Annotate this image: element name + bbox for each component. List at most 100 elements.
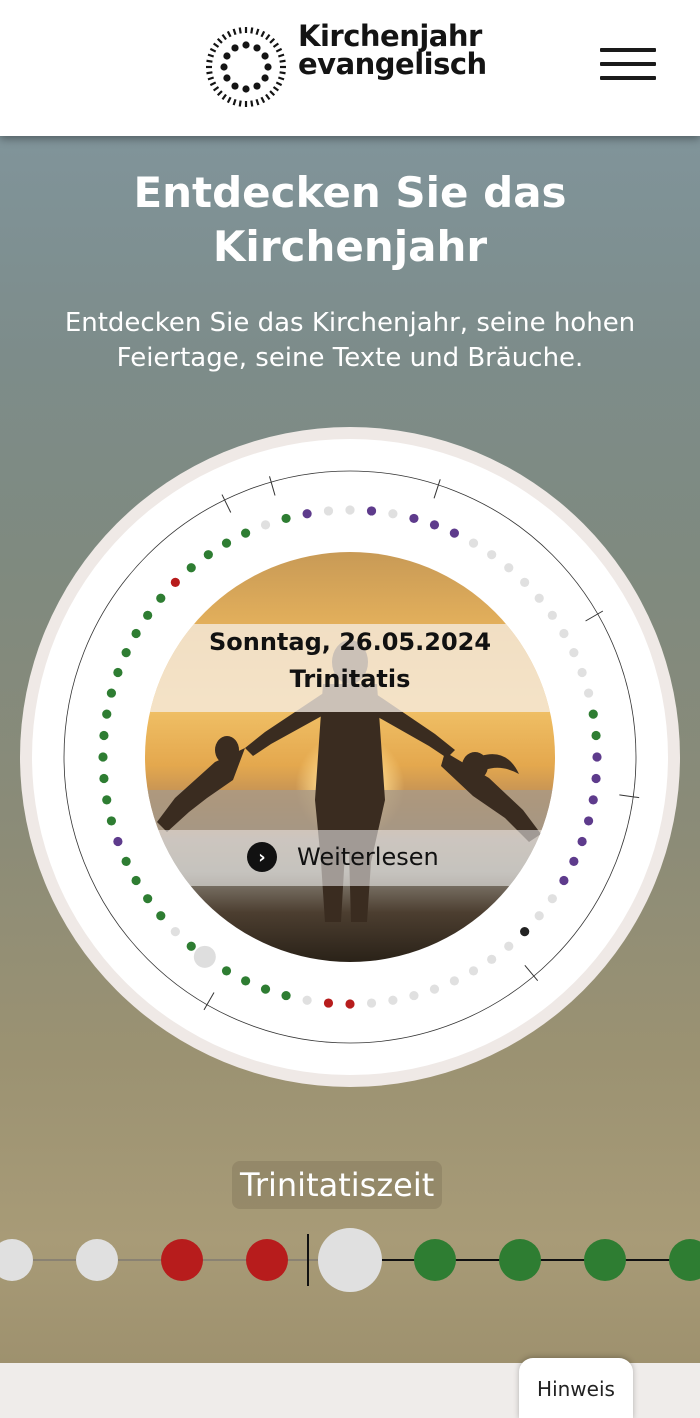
logo-ray [212,86,220,92]
logo-ray [279,59,286,63]
day-dot-green [99,773,109,784]
day-dot-green [281,513,291,524]
logo-ray [209,47,217,53]
logo-dot [220,63,228,71]
logo-ray [250,27,254,34]
feast-day-image[interactable]: Sonntag, 26.05.2024 Trinitatis › Weiterl… [145,552,555,962]
timeline-dot-white [76,1239,118,1281]
hero-section: Entdecken Sie das Kirchenjahr Entdecken … [0,136,700,1363]
day-dot-white [559,628,569,639]
logo-dot [264,63,272,71]
logo-ray [238,27,242,34]
brand-name[interactable]: Kirchenjahr evangelisch [298,22,487,81]
logo-ray [232,98,237,106]
day-dot-purple [409,513,419,524]
logo-ray [269,90,276,97]
dotted-sun-circle-icon[interactable] [205,26,287,108]
day-dot-white [366,998,377,1008]
logo-ray [269,37,276,44]
day-dot-purple [588,795,598,805]
day-dot-green [131,875,141,886]
timeline-dot-green [414,1239,456,1281]
logo-dot [261,52,269,60]
page-subtitle: Entdecken Sie das Kirchenjahr, seine hoh… [64,308,636,373]
logo-ray [212,42,220,48]
day-dot-green [131,628,141,639]
logo-ray [272,42,280,48]
logo-dot [253,44,261,52]
brand-line-2: evangelisch [298,47,487,81]
day-dot-green [260,984,271,994]
logo-ray [226,30,232,38]
logo-ray [277,76,285,81]
family-silhouette [145,640,555,922]
timeline-dot-red [246,1239,288,1281]
day-dot-green [99,730,109,741]
hint-button[interactable]: Hinweis [519,1358,633,1418]
day-dot-purple [302,509,312,519]
day-dot-green [221,966,232,976]
church-year-wheel[interactable]: Sonntag, 26.05.2024 Trinitatis › Weiterl… [17,424,683,1090]
logo-dot [242,41,250,49]
logo-ray [209,81,217,87]
day-dot-green [113,667,123,678]
logo-ray [260,96,266,104]
day-dot-white [345,505,355,515]
logo-ray [232,28,237,36]
read-more-label: Weiterlesen [297,843,439,871]
logo-ray [216,90,223,97]
day-dot-purple [559,875,569,886]
logo-ray [255,28,260,36]
day-dot-green [591,730,601,741]
logo-ray [279,71,286,75]
logo-ray [277,53,285,58]
day-dot-red [323,998,334,1008]
timeline-dot-white [318,1228,382,1292]
logo-ray [275,81,283,87]
day-dot-green [106,688,117,698]
hamburger-menu-icon[interactable] [596,44,660,84]
season-timeline[interactable] [0,1224,700,1314]
logo-ray [221,93,227,101]
day-dot-purple [113,836,123,847]
logo-ray [206,71,213,75]
chevron-right-icon: › [247,842,277,872]
logo-dot [231,82,239,90]
logo-dot [223,74,231,82]
day-dot-purple [366,506,377,516]
day-dot-green [241,976,251,986]
day-dot-white [577,667,587,678]
logo-dot [223,52,231,60]
logo-dot [261,74,269,82]
season-label: Trinitatiszeit [232,1161,443,1209]
day-dot-white [388,995,398,1005]
day-dot-purple [592,752,602,762]
timeline-dot-green [584,1239,626,1281]
day-dot-green [102,709,112,719]
logo-dot [242,85,250,93]
logo-ray [260,30,266,38]
logo-ray [206,59,213,63]
day-dot-white [429,984,440,994]
day-dot-green [281,990,291,1001]
day-dot-purple [429,520,440,530]
day-dot-white [468,538,479,548]
logo-ray [221,33,227,41]
logo-ray [265,93,271,101]
day-dot-white [260,520,271,530]
day-dot-white [302,995,312,1005]
logo-ray [275,47,283,53]
day-dot-purple [449,528,459,538]
day-dot-purple [583,816,594,826]
day-dot-white [468,966,479,976]
day-dot-purple [577,836,587,847]
day-dot-green [121,648,131,658]
logo-ray [265,33,271,41]
logo-dot [253,82,261,90]
day-dot-white [323,506,334,516]
logo-ray [255,98,260,106]
read-more-link[interactable]: › Weiterlesen [247,840,439,874]
day-dot-green [588,709,598,719]
timeline-dot-green [499,1239,541,1281]
day-dot-red [345,999,355,1009]
